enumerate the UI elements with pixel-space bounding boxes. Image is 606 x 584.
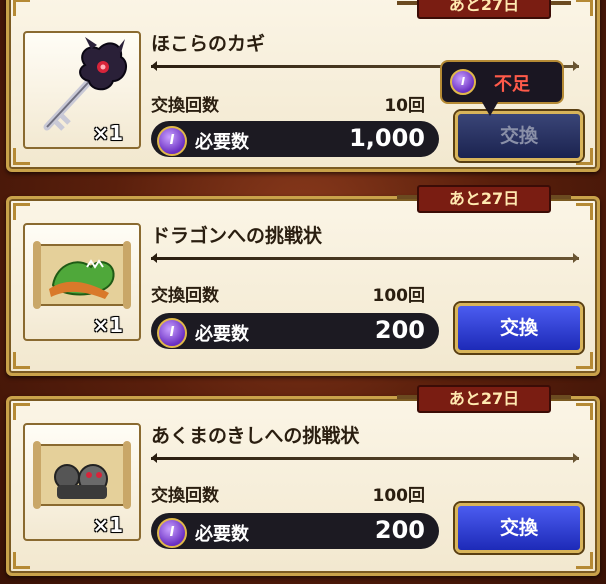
item-name: あくまのきしへの挑戦状 bbox=[151, 425, 360, 447]
exchange-button[interactable]: 交換 bbox=[455, 111, 583, 161]
item-icon-box: ×1 bbox=[23, 31, 141, 149]
medal-icon: I bbox=[450, 69, 476, 95]
exchange-count-label: 交換回数 bbox=[151, 486, 219, 506]
insufficient-text: 不足 bbox=[494, 74, 530, 95]
exchange-count-label: 交換回数 bbox=[151, 96, 219, 116]
cost-label: 必要数 bbox=[195, 132, 249, 153]
medal-icon: I bbox=[157, 318, 187, 348]
cost-value: 200 bbox=[374, 316, 425, 344]
item-icon-box: ×1 bbox=[23, 423, 141, 541]
deadline-badge: あと27日 bbox=[397, 185, 571, 213]
exchange-card-dragon: あと27日 ×1 ドラゴンへの挑戦状 交換回数 100回 I 必要数 200 交… bbox=[6, 185, 600, 376]
item-icon-box: ×1 bbox=[23, 223, 141, 341]
exchange-count-value: 100回 bbox=[372, 486, 426, 506]
exchange-count-label: 交換回数 bbox=[151, 286, 219, 306]
cost-value: 200 bbox=[374, 516, 425, 544]
exchange-button[interactable]: 交換 bbox=[455, 503, 583, 553]
item-quantity: ×1 bbox=[92, 513, 123, 537]
cost-bar: I 必要数 200 bbox=[151, 313, 439, 349]
item-quantity: ×1 bbox=[92, 313, 123, 337]
divider bbox=[151, 453, 579, 463]
deadline-badge: あと27日 bbox=[397, 0, 571, 19]
exchange-count-value: 100回 bbox=[372, 286, 426, 306]
insufficient-tooltip: I 不足 bbox=[440, 60, 564, 116]
cost-value: 1,000 bbox=[349, 124, 425, 152]
divider bbox=[151, 253, 579, 263]
cost-bar: I 必要数 200 bbox=[151, 513, 439, 549]
deadline-badge: あと27日 bbox=[397, 385, 571, 413]
medal-icon: I bbox=[157, 126, 187, 156]
cost-label: 必要数 bbox=[195, 524, 249, 545]
item-quantity: ×1 bbox=[92, 121, 123, 145]
cost-bar: I 必要数 1,000 bbox=[151, 121, 439, 157]
exchange-count-value: 10回 bbox=[384, 96, 425, 116]
item-name: ドラゴンへの挑戦状 bbox=[151, 225, 323, 247]
cost-label: 必要数 bbox=[195, 324, 249, 345]
item-name: ほこらのカギ bbox=[151, 33, 266, 55]
exchange-card-demon-knight: あと27日 ×1 あくまのきしへの挑戦状 交換回数 100回 I 必要数 200… bbox=[6, 385, 600, 576]
exchange-button[interactable]: 交換 bbox=[455, 303, 583, 353]
medal-icon: I bbox=[157, 518, 187, 548]
